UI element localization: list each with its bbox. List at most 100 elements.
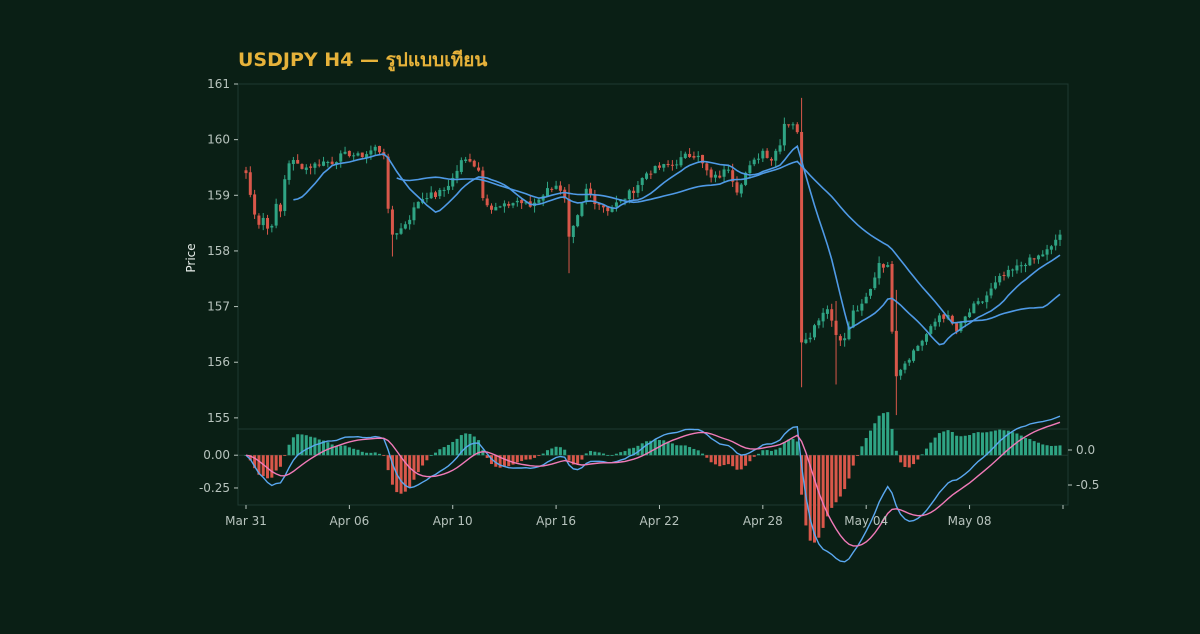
candle-body: [899, 369, 903, 376]
candle-body: [274, 203, 278, 226]
macd-histogram-bar: [528, 455, 532, 460]
candle-body: [1032, 258, 1036, 260]
candle-body: [968, 312, 972, 318]
macd-histogram-bar: [330, 444, 334, 456]
candle-body: [657, 165, 661, 168]
candle-body: [851, 310, 855, 328]
macd-histogram-bar: [421, 455, 425, 466]
candle-body: [571, 225, 575, 238]
macd-histogram-bar: [662, 440, 666, 456]
macd-histogram-bar: [843, 455, 847, 490]
candle-body: [472, 160, 476, 167]
macd-histogram-bar: [365, 452, 369, 456]
macd-histogram-bar: [438, 449, 442, 456]
candle-body: [425, 198, 429, 200]
macd-histogram-bar: [558, 447, 562, 456]
candle-body: [886, 265, 890, 267]
macd-histogram-bar: [864, 438, 868, 456]
candle-body: [558, 185, 562, 191]
macd-histogram-bar: [1049, 445, 1053, 456]
macd-histogram-bar: [412, 455, 416, 480]
candle-body: [1024, 264, 1028, 267]
candle-body: [576, 215, 580, 227]
candle-body: [347, 150, 351, 157]
macd-right-tick-label: -0.5: [1076, 478, 1099, 492]
macd-histogram-bar: [343, 445, 347, 456]
candle-body: [623, 198, 627, 200]
macd-histogram-bar: [993, 430, 997, 456]
macd-histogram-bar: [748, 455, 752, 462]
candle-body: [313, 163, 317, 168]
macd-histogram-bar: [877, 415, 881, 456]
macd-histogram-bar: [627, 448, 631, 456]
candle-body: [567, 198, 571, 237]
macd-histogram-bar: [886, 412, 890, 456]
candle-body: [752, 159, 756, 165]
macd-histogram-bar: [1011, 432, 1015, 456]
macd-histogram-bar: [722, 455, 726, 466]
macd-histogram-bar: [408, 455, 412, 488]
macd-histogram-bar: [416, 455, 420, 473]
candle-body: [937, 315, 941, 323]
macd-histogram-bar: [464, 433, 468, 456]
candle-body: [1041, 254, 1045, 257]
candle-body: [778, 145, 782, 152]
macd-histogram-bar: [610, 455, 614, 456]
candle-body: [266, 218, 270, 229]
macd-histogram-bar: [576, 455, 580, 464]
macd-histogram-bar: [899, 455, 903, 463]
macd-histogram-bar: [735, 455, 739, 470]
macd-histogram-bar: [429, 455, 433, 456]
macd-histogram-bar: [369, 452, 373, 456]
price-tick-label: 160: [207, 133, 230, 147]
macd-histogram-bar: [304, 435, 308, 456]
macd-histogram-bar: [666, 441, 670, 456]
macd-left-tick-label: -0.25: [199, 481, 230, 495]
candle-body: [998, 275, 1002, 283]
macd-histogram-bar: [1041, 444, 1045, 456]
macd-histogram-bar: [580, 455, 584, 460]
macd-histogram-bar: [963, 435, 967, 456]
candle-body: [339, 153, 343, 162]
macd-histogram-bar: [739, 455, 743, 470]
candle-body: [515, 200, 519, 203]
candle-body: [726, 169, 730, 171]
macd-histogram-bar: [791, 438, 795, 456]
macd-histogram-bar: [399, 455, 403, 494]
candle-body: [718, 175, 722, 178]
candle-body: [304, 167, 308, 170]
macd-histogram-bar: [701, 453, 705, 456]
macd-histogram-bar: [752, 455, 756, 457]
candle-body: [390, 209, 394, 235]
candle-body: [782, 123, 786, 146]
macd-histogram-bar: [774, 449, 778, 456]
macd-histogram-bar: [601, 453, 605, 456]
macd-histogram-bar: [584, 453, 588, 456]
macd-histogram-bar: [434, 452, 438, 456]
candle-body: [352, 155, 356, 157]
macd-histogram-bar: [446, 444, 450, 456]
candle-body: [825, 309, 829, 314]
candle-body: [554, 185, 558, 189]
macd-histogram-bar: [270, 455, 274, 478]
candle-body: [446, 185, 450, 191]
candle-body: [649, 173, 653, 175]
macd-histogram-bar: [352, 448, 356, 456]
candle-body: [929, 326, 933, 334]
candle-body: [692, 156, 696, 158]
candle-body: [705, 163, 709, 171]
candle-body: [739, 184, 743, 194]
macd-histogram-bar: [515, 455, 519, 463]
candle-body: [485, 198, 489, 206]
candle-body: [993, 282, 997, 289]
candle-body: [804, 339, 808, 344]
macd-histogram-bar: [894, 450, 898, 456]
price-tick-label: 156: [207, 355, 230, 369]
candle-body: [774, 150, 778, 161]
macd-histogram-bar: [903, 455, 907, 467]
candle-body: [769, 158, 773, 161]
candle-body: [1045, 249, 1049, 255]
macd-histogram-bar: [713, 455, 717, 465]
candle-body: [408, 219, 412, 225]
candle-body: [1054, 239, 1058, 246]
